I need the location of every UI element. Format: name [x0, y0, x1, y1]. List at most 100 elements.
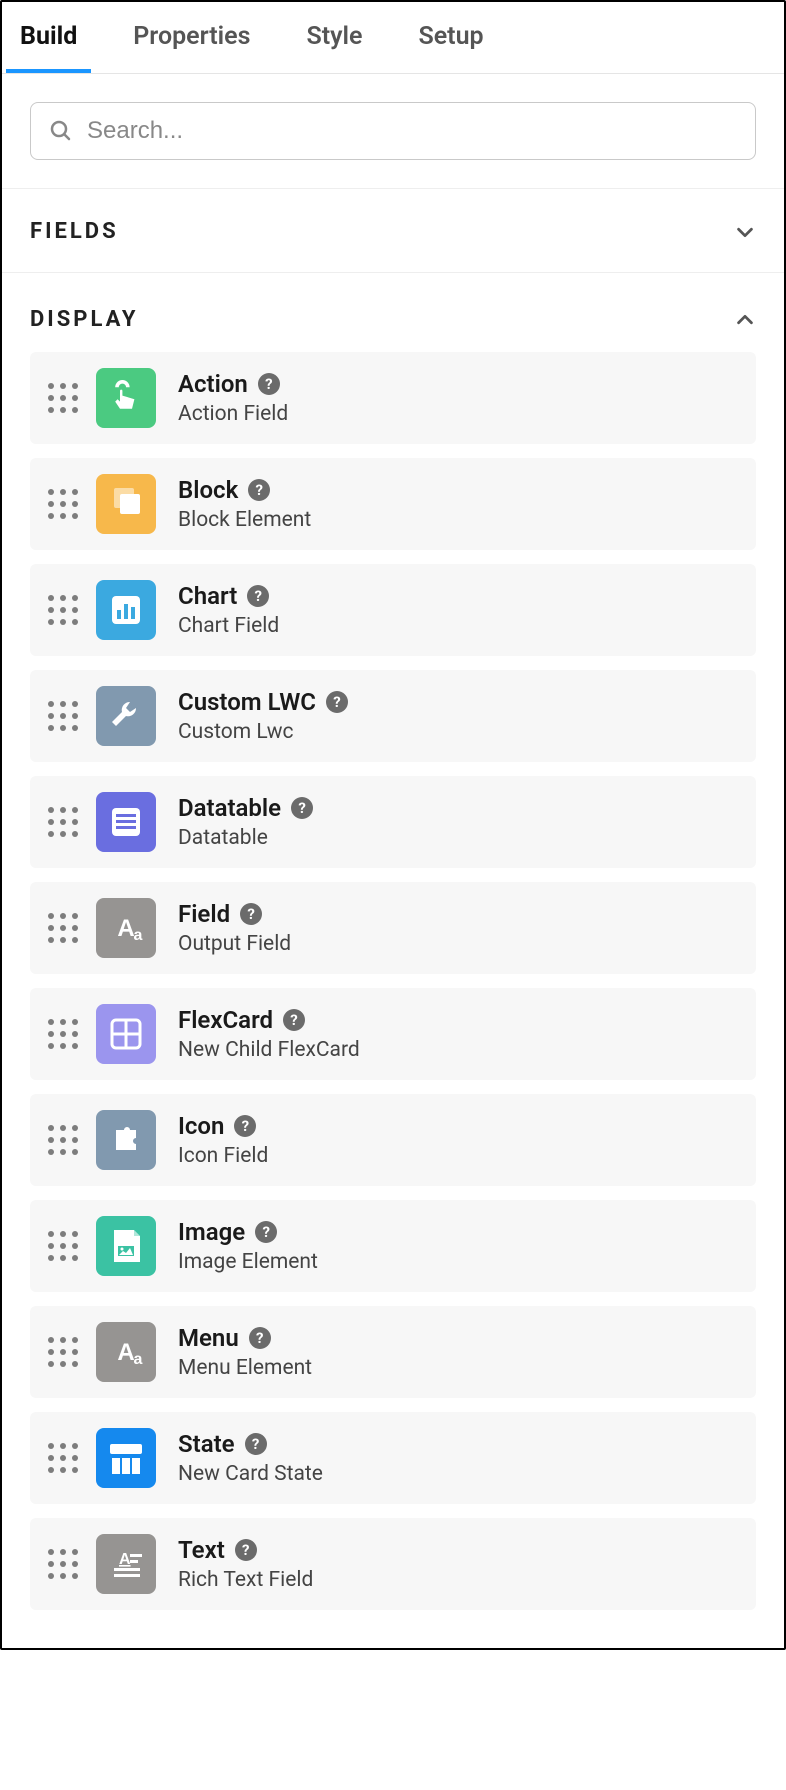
touch-icon	[96, 368, 156, 428]
item-text: State? New Card State	[178, 1430, 323, 1486]
aa-icon	[96, 1322, 156, 1382]
item-text: Menu? Menu Element	[178, 1324, 312, 1380]
item-text: Action? Action Field	[178, 370, 288, 426]
item-text: FlexCard? New Child FlexCard	[178, 1006, 360, 1062]
list-item[interactable]: Chart? Chart Field	[30, 564, 756, 656]
help-icon[interactable]: ?	[235, 1539, 257, 1561]
item-subtitle: Image Element	[178, 1250, 318, 1274]
display-items-list: Action? Action Field Block? Block Element Ch…	[2, 342, 784, 1648]
help-icon[interactable]: ?	[245, 1433, 267, 1455]
item-subtitle: Chart Field	[178, 614, 279, 638]
textlines-icon	[96, 1534, 156, 1594]
item-title: Field	[178, 900, 230, 928]
item-subtitle: Rich Text Field	[178, 1568, 313, 1592]
item-title: Image	[178, 1218, 245, 1246]
copy-icon	[96, 474, 156, 534]
tab-style[interactable]: Style	[292, 2, 376, 73]
item-title: Datatable	[178, 794, 281, 822]
tab-properties[interactable]: Properties	[119, 2, 264, 73]
section-title-fields: FIELDS	[30, 219, 119, 244]
item-title: FlexCard	[178, 1006, 273, 1034]
item-title: Custom LWC	[178, 688, 316, 716]
list-item[interactable]: Custom LWC? Custom Lwc	[30, 670, 756, 762]
item-text: Block? Block Element	[178, 476, 311, 532]
help-icon[interactable]: ?	[255, 1221, 277, 1243]
help-icon[interactable]: ?	[240, 903, 262, 925]
help-icon[interactable]: ?	[283, 1009, 305, 1031]
item-title: Block	[178, 476, 238, 504]
search-container	[2, 74, 784, 189]
search-input[interactable]	[87, 117, 737, 145]
wrench-icon	[96, 686, 156, 746]
list-item[interactable]: Menu? Menu Element	[30, 1306, 756, 1398]
section-title-display: DISPLAY	[30, 307, 139, 332]
tab-build[interactable]: Build	[6, 2, 91, 73]
item-subtitle: Block Element	[178, 508, 311, 532]
grid-icon	[96, 1004, 156, 1064]
item-title: Menu	[178, 1324, 239, 1352]
drag-handle-icon[interactable]	[48, 1231, 74, 1261]
puzzle-icon	[96, 1110, 156, 1170]
item-subtitle: New Card State	[178, 1462, 323, 1486]
drag-handle-icon[interactable]	[48, 1337, 74, 1367]
help-icon[interactable]: ?	[234, 1115, 256, 1137]
aa-icon	[96, 898, 156, 958]
item-subtitle: New Child FlexCard	[178, 1038, 360, 1062]
section-header-fields[interactable]: FIELDS	[2, 189, 784, 273]
list-item[interactable]: Block? Block Element	[30, 458, 756, 550]
help-icon[interactable]: ?	[291, 797, 313, 819]
list-item[interactable]: State? New Card State	[30, 1412, 756, 1504]
image-icon	[96, 1216, 156, 1276]
list-item[interactable]: Image? Image Element	[30, 1200, 756, 1292]
item-subtitle: Icon Field	[178, 1144, 268, 1168]
list-item[interactable]: Text? Rich Text Field	[30, 1518, 756, 1610]
item-text: Icon? Icon Field	[178, 1112, 268, 1168]
item-subtitle: Custom Lwc	[178, 720, 348, 744]
chevron-down-icon	[734, 221, 756, 243]
item-text: Custom LWC? Custom Lwc	[178, 688, 348, 744]
item-subtitle: Menu Element	[178, 1356, 312, 1380]
item-title: State	[178, 1430, 235, 1458]
tab-setup[interactable]: Setup	[404, 2, 497, 73]
drag-handle-icon[interactable]	[48, 383, 74, 413]
item-text: Datatable? Datatable	[178, 794, 313, 850]
list-item[interactable]: Icon? Icon Field	[30, 1094, 756, 1186]
section-header-display[interactable]: DISPLAY	[2, 273, 784, 342]
drag-handle-icon[interactable]	[48, 701, 74, 731]
list-item[interactable]: Datatable? Datatable	[30, 776, 756, 868]
tabs: Build Properties Style Setup	[2, 2, 784, 74]
item-text: Field? Output Field	[178, 900, 291, 956]
help-icon[interactable]: ?	[247, 585, 269, 607]
drag-handle-icon[interactable]	[48, 807, 74, 837]
chevron-up-icon	[734, 309, 756, 331]
list-item[interactable]: FlexCard? New Child FlexCard	[30, 988, 756, 1080]
item-subtitle: Action Field	[178, 402, 288, 426]
item-title: Chart	[178, 582, 237, 610]
item-title: Icon	[178, 1112, 224, 1140]
list-item[interactable]: Action? Action Field	[30, 352, 756, 444]
drag-handle-icon[interactable]	[48, 1549, 74, 1579]
item-text: Text? Rich Text Field	[178, 1536, 313, 1592]
search-icon	[49, 119, 73, 143]
drag-handle-icon[interactable]	[48, 1443, 74, 1473]
list-item[interactable]: Field? Output Field	[30, 882, 756, 974]
table-icon	[96, 792, 156, 852]
chart-icon	[96, 580, 156, 640]
drag-handle-icon[interactable]	[48, 489, 74, 519]
item-subtitle: Datatable	[178, 826, 313, 850]
drag-handle-icon[interactable]	[48, 595, 74, 625]
drag-handle-icon[interactable]	[48, 913, 74, 943]
help-icon[interactable]: ?	[248, 479, 270, 501]
item-subtitle: Output Field	[178, 932, 291, 956]
item-title: Text	[178, 1536, 225, 1564]
help-icon[interactable]: ?	[249, 1327, 271, 1349]
item-title: Action	[178, 370, 248, 398]
drag-handle-icon[interactable]	[48, 1019, 74, 1049]
columns-icon	[96, 1428, 156, 1488]
item-text: Chart? Chart Field	[178, 582, 279, 638]
help-icon[interactable]: ?	[326, 691, 348, 713]
search-box[interactable]	[30, 102, 756, 160]
item-text: Image? Image Element	[178, 1218, 318, 1274]
help-icon[interactable]: ?	[258, 373, 280, 395]
drag-handle-icon[interactable]	[48, 1125, 74, 1155]
